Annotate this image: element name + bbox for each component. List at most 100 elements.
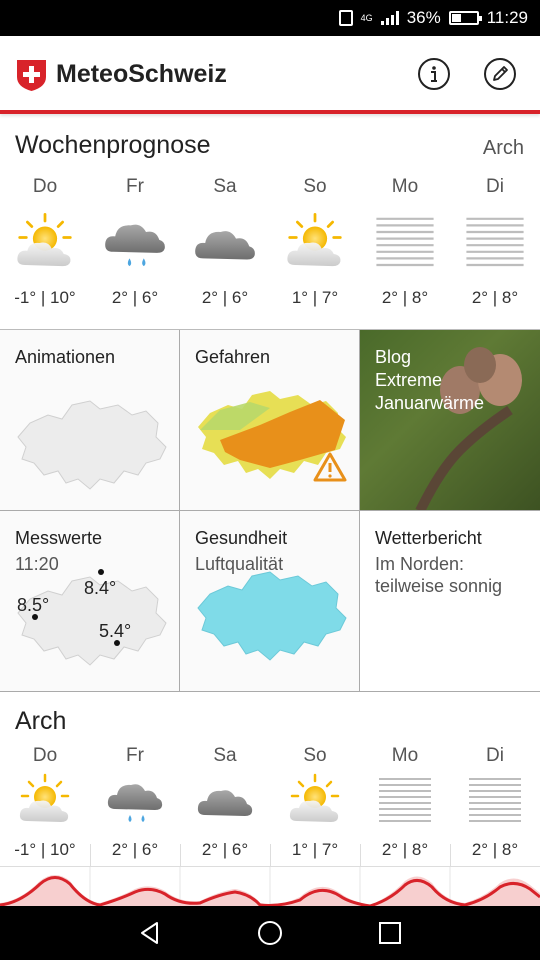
measurement-value: 8.4°: [84, 578, 117, 598]
forecast-day[interactable]: Mo: [360, 745, 450, 831]
recents-icon[interactable]: [377, 920, 403, 946]
day-name: Mo: [391, 176, 419, 197]
day-name: Fr: [126, 745, 144, 766]
rain-cloud-icon: [107, 784, 163, 822]
tile-subtitle: Luftqualität: [195, 554, 284, 574]
cloud-icon: [195, 231, 255, 260]
sun-cloud-icon: [16, 213, 72, 268]
forecast-day[interactable]: Do -1° | 10°: [0, 176, 90, 308]
tile-messwerte[interactable]: Messwerte 11:20 8.4° 8.5° 5.4°: [0, 511, 180, 692]
forecast-day[interactable]: Fr: [90, 745, 180, 831]
forecast-day[interactable]: Fr 2° | 6°: [90, 176, 180, 308]
battery-icon: [448, 11, 482, 25]
brand-title: MeteoSchweiz: [56, 60, 227, 88]
temperature-graph[interactable]: [0, 866, 540, 908]
divider: [360, 844, 361, 866]
blog-label: Blog: [375, 347, 412, 367]
temperature-curve: [0, 867, 540, 908]
local-temps-row: -1° | 10° 2° | 6° 2° | 6° 1° | 7° 2° | 8° 2° …: [0, 840, 540, 868]
day-temps: -1° | 10°: [14, 840, 76, 859]
blog-title-line1: Extreme: [375, 370, 443, 390]
divider: [180, 844, 181, 866]
day-name: Sa: [213, 745, 237, 766]
measurement-value: 8.5°: [17, 595, 50, 615]
edit-button[interactable]: [484, 58, 516, 90]
forecast-day[interactable]: Sa: [180, 745, 270, 831]
station-dot: [98, 569, 104, 575]
system-nav-bar: [0, 906, 540, 960]
forecast-day[interactable]: So 1° | 7°: [270, 176, 360, 308]
day-name: Do: [32, 745, 58, 766]
fog-icon: [375, 217, 435, 267]
tile-gefahren[interactable]: Gefahren: [180, 330, 360, 511]
info-button[interactable]: [418, 58, 450, 90]
tile-wetterbericht[interactable]: Wetterbericht Im Norden: teilweise sonni…: [360, 511, 540, 692]
day-name: Di: [486, 176, 504, 197]
forecast-day[interactable]: So: [270, 745, 360, 831]
divider: [450, 844, 451, 866]
measurement-value: 5.4°: [99, 621, 132, 641]
report-line1: Im Norden:: [375, 554, 465, 574]
day-name: Fr: [126, 176, 144, 197]
day-temps: 2° | 8°: [471, 840, 519, 859]
day-name: Do: [32, 176, 58, 197]
day-temps: 1° | 7°: [291, 840, 339, 859]
tile-title: Gesundheit: [195, 528, 288, 548]
back-icon[interactable]: [137, 920, 163, 946]
tile-title: Wetterbericht: [375, 528, 482, 548]
local-forecast-location[interactable]: Arch: [15, 707, 66, 736]
battery-percent: 36%: [406, 8, 441, 27]
station-dot: [114, 640, 120, 646]
measurement-time: 11:20: [15, 554, 59, 574]
day-temps: 2° | 6°: [201, 288, 249, 307]
app-header: MeteoSchweiz: [0, 36, 540, 114]
fog-icon: [378, 778, 432, 822]
tile-animationen[interactable]: Animationen: [0, 330, 180, 511]
tile-title: Messwerte: [15, 528, 103, 548]
blog-title-line2: Januarwärme: [375, 393, 485, 413]
vibrate-icon: [338, 10, 353, 26]
day-name: Di: [486, 745, 504, 766]
rain-cloud-icon: [105, 224, 165, 267]
swiss-shield-logo: [17, 60, 46, 91]
day-temps: 2° | 6°: [201, 840, 249, 859]
status-bar: 4G 36% 11:29: [0, 0, 540, 36]
clock: 11:29: [486, 8, 528, 27]
divider: [270, 844, 271, 866]
forecast-day[interactable]: Sa 2° | 6°: [180, 176, 270, 308]
tile-blog[interactable]: Blog Extreme Januarwärme: [360, 330, 540, 511]
week-forecast-location[interactable]: Arch: [483, 137, 524, 160]
week-forecast-title: Wochenprognose: [15, 131, 211, 159]
fog-icon: [465, 217, 525, 267]
forecast-day[interactable]: Di 2° | 8°: [450, 176, 540, 308]
forecast-day[interactable]: Do: [0, 745, 90, 831]
signal-icon: [380, 11, 399, 25]
cloud-icon: [197, 790, 253, 816]
info-icon: [431, 66, 437, 82]
day-temps: 2° | 8°: [381, 840, 429, 859]
divider: [90, 844, 91, 866]
day-temps: 2° | 8°: [471, 288, 519, 307]
day-name: Mo: [391, 745, 419, 766]
fog-icon: [468, 778, 522, 822]
week-forecast[interactable]: Do -1° | 10° Fr 2° | 6° Sa 2° | 6° So 1° | 7° Mo…: [0, 176, 540, 316]
day-name: So: [303, 176, 327, 197]
forecast-day[interactable]: Mo 2° | 8°: [360, 176, 450, 308]
forecast-day[interactable]: Di: [450, 745, 540, 831]
day-name: Sa: [213, 176, 237, 197]
day-temps: 2° | 6°: [111, 840, 159, 859]
sun-cloud-icon: [286, 213, 342, 268]
station-dot: [32, 614, 38, 620]
tile-title: Animationen: [15, 347, 116, 367]
day-temps: 2° | 6°: [111, 288, 159, 307]
sun-cloud-icon: [288, 773, 340, 824]
day-temps: 2° | 8°: [381, 288, 429, 307]
local-forecast[interactable]: Do Fr Sa So Mo Di: [0, 745, 540, 835]
tiles-grid: Animationen Gefahren Blog Extreme Januar…: [0, 329, 540, 692]
network-type: 4G: [360, 12, 373, 23]
sun-cloud-icon: [18, 773, 70, 824]
tile-title: Gefahren: [195, 347, 271, 367]
home-icon[interactable]: [257, 920, 283, 946]
tile-gesundheit[interactable]: Gesundheit Luftqualität: [180, 511, 360, 692]
report-line2: teilweise sonnig: [375, 576, 503, 596]
